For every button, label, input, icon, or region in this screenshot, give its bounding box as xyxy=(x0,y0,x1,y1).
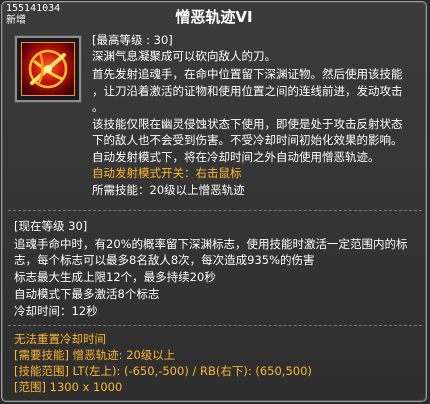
desc-line-2: 首先发射追魂手，在命中位置留下深渊证物。然后使用该技能 xyxy=(92,67,403,81)
current-desc-line-5: 冷却时间：12秒 xyxy=(14,304,98,318)
section-divider xyxy=(8,210,422,211)
required-skill-footer: [需要技能] 憎恶轨迹: 20级以上 xyxy=(14,348,176,362)
skill-range: [范围] 1300 x 1000 xyxy=(14,380,123,394)
desc-line-6: 下的敌人也不会受到伤害。不受冷却时间初始化效果的影响。 xyxy=(92,133,403,147)
no-cooldown-reset: 无法重置冷却时间 xyxy=(14,332,106,346)
hatred-trail-skill-icon xyxy=(21,42,75,96)
required-skill-line: 所需技能：20级以上憎恶轨迹 xyxy=(92,183,245,197)
current-desc-line-2: 志，每个标志可以最多8名敌人8次，每次造成935%的伤害 xyxy=(14,253,315,267)
desc-line-7: 自动发射模式下，将在冷却时间之外自动使用憎恶轨迹。 xyxy=(92,150,380,164)
skill-icon-frame xyxy=(15,36,81,102)
current-desc-line-4: 自动模式下最多激活8个标志 xyxy=(14,287,160,301)
desc-line-5: 该技能仅限在幽灵侵蚀状态下使用，即使是处于攻击反射状态 xyxy=(92,117,403,131)
auto-toggle-hint: 自动发射模式开关：右击鼠标 xyxy=(92,166,242,180)
skill-tooltip: 155141034 新增 憎恶轨迹VI [最高等级 : 30] 深渊气息凝聚成可… xyxy=(1,1,427,402)
current-level-label: [现在等级 30] xyxy=(14,219,88,233)
desc-line-3: ，让刀沿着激活的证物和使用位置之间的连线前进，发动攻击 xyxy=(92,84,403,98)
skill-title: 憎恶轨迹VI xyxy=(175,8,253,26)
max-level-label: [最高等级 : 30] xyxy=(92,33,173,47)
section-divider xyxy=(8,325,422,326)
skill-area-coords: [技能范围] LT(左上): (-650,-500) / RB(右下): (65… xyxy=(14,364,312,378)
desc-line-4: 。 xyxy=(92,100,104,114)
desc-line-1: 深渊气息凝聚成可以砍向敌人的刀。 xyxy=(92,49,276,63)
current-desc-line-3: 标志最大生成上限12个，最多持续20秒 xyxy=(14,270,216,284)
current-desc-line-1: 追魂手命中时，有20%的概率留下深渊标志，使用技能时激活一定范围内的标 xyxy=(14,237,408,251)
